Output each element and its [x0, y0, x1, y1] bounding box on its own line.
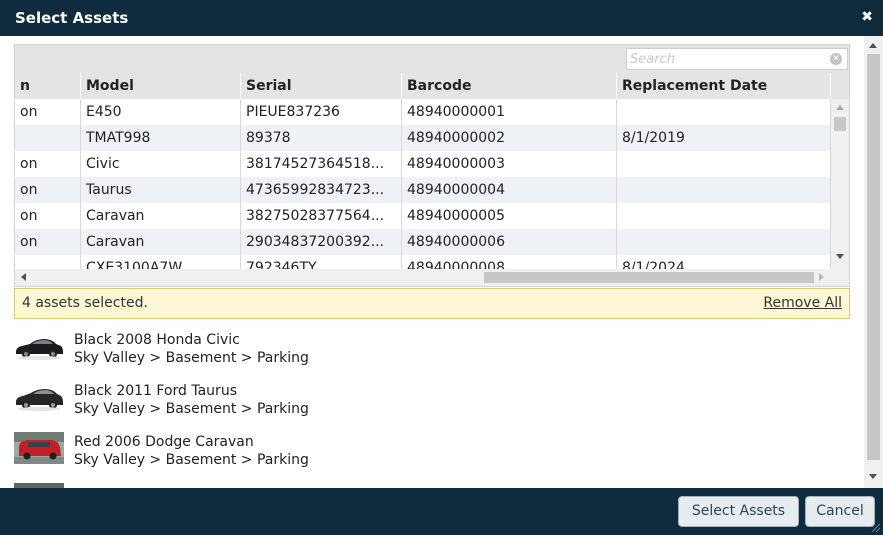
table-cell: on: [15, 177, 81, 203]
table-cell: 48940000001: [402, 99, 617, 125]
table-cell: [617, 203, 831, 229]
remove-all-link[interactable]: Remove All: [763, 295, 842, 311]
cancel-button[interactable]: Cancel: [805, 496, 875, 527]
table-body: on E450 PIEUE837236 48940000001 TMAT998 …: [15, 99, 831, 269]
table-row[interactable]: on Taurus 47365992834723... 48940000004: [15, 177, 831, 203]
table-cell: 29034837200392...: [241, 229, 402, 255]
table-row[interactable]: on Caravan 38275028377564... 48940000005: [15, 203, 831, 229]
list-item[interactable]: [0, 475, 850, 488]
table-cell: Taurus: [81, 177, 241, 203]
select-assets-dialog: Select Assets ✖ ✕ n Model Serial Barcode…: [0, 0, 883, 535]
table-cell: 48940000006: [402, 229, 617, 255]
asset-name: Black 2008 Honda Civic: [74, 332, 240, 348]
asset-name: Red 2006 Dodge Caravan: [74, 434, 254, 450]
table-cell: E450: [81, 99, 241, 125]
search-input[interactable]: [630, 50, 820, 68]
search-box: ✕: [626, 48, 848, 70]
column-header-spacer: [831, 73, 849, 99]
table-cell: [15, 255, 81, 269]
column-header-partial[interactable]: n: [15, 73, 81, 99]
scroll-thumb[interactable]: [484, 272, 814, 283]
asset-location: Sky Valley > Basement > Parking: [74, 401, 309, 417]
table-cell: 89378: [241, 125, 402, 151]
table-row[interactable]: on E450 PIEUE837236 48940000001: [15, 99, 831, 125]
table-header: n Model Serial Barcode Replacement Date: [15, 73, 849, 99]
table-cell: PIEUE837236: [241, 99, 402, 125]
table-vertical-scrollbar[interactable]: [831, 99, 849, 269]
assets-grid: ✕ n Model Serial Barcode Replacement Dat…: [14, 44, 850, 287]
table-row[interactable]: CXE3100A7W 792346TY 48940000008 8/1/2024: [15, 255, 831, 269]
column-header-replacement-date[interactable]: Replacement Date: [617, 73, 831, 99]
table-cell: 48940000004: [402, 177, 617, 203]
table-cell: [617, 99, 831, 125]
table-cell: 48940000005: [402, 203, 617, 229]
table-row[interactable]: on Caravan 29034837200392... 48940000006: [15, 229, 831, 255]
table-cell: 48940000008: [402, 255, 617, 269]
table-cell: Caravan: [81, 229, 241, 255]
black-sedan-thumbnail-icon: [16, 389, 63, 411]
table-cell: on: [15, 203, 81, 229]
table-cell: 47365992834723...: [241, 177, 402, 203]
scroll-down-arrow-icon[interactable]: [836, 254, 844, 259]
scroll-right-arrow-icon[interactable]: [819, 273, 824, 281]
table-cell: [15, 125, 81, 151]
table-cell: Civic: [81, 151, 241, 177]
table-row[interactable]: on Civic 38174527364518... 48940000003: [15, 151, 831, 177]
selection-notice: 4 assets selected. Remove All: [14, 288, 850, 319]
dialog-footer: Select Assets Cancel: [0, 488, 883, 535]
grid-toolbar: ✕: [15, 45, 849, 73]
table-cell: 792346TY: [241, 255, 402, 269]
column-header-serial[interactable]: Serial: [241, 73, 402, 99]
selected-assets-list: Black 2008 Honda Civic Sky Valley > Base…: [0, 322, 864, 488]
list-item[interactable]: Red 2006 Dodge Caravan Sky Valley > Base…: [0, 424, 850, 474]
column-header-model[interactable]: Model: [81, 73, 241, 99]
dialog-title: Select Assets: [15, 9, 129, 27]
list-item[interactable]: Black 2008 Honda Civic Sky Valley > Base…: [0, 322, 850, 372]
scroll-thumb[interactable]: [867, 54, 880, 460]
table-cell: 38275028377564...: [241, 203, 402, 229]
scroll-thumb[interactable]: [834, 117, 846, 131]
scroll-up-arrow-icon[interactable]: [869, 43, 877, 48]
asset-location: Sky Valley > Basement > Parking: [74, 452, 309, 468]
resize-grip-icon[interactable]: [871, 523, 881, 533]
asset-location: Sky Valley > Basement > Parking: [74, 350, 309, 366]
table-cell: Caravan: [81, 203, 241, 229]
table-cell: 48940000002: [402, 125, 617, 151]
table-cell: [617, 177, 831, 203]
clear-search-icon[interactable]: ✕: [830, 53, 842, 65]
scroll-left-arrow-icon[interactable]: [21, 273, 26, 281]
table-cell: 48940000003: [402, 151, 617, 177]
table-cell: 8/1/2024: [617, 255, 831, 269]
table-row[interactable]: TMAT998 89378 48940000002 8/1/2019: [15, 125, 831, 151]
dialog-vertical-scrollbar[interactable]: [864, 36, 883, 488]
asset-name: Black 2011 Ford Taurus: [74, 383, 237, 399]
table-cell: TMAT998: [81, 125, 241, 151]
red-minivan-thumbnail-icon: [14, 432, 64, 464]
scroll-down-arrow-icon[interactable]: [869, 474, 877, 479]
table-cell: on: [15, 151, 81, 177]
scroll-up-arrow-icon[interactable]: [836, 105, 844, 110]
close-icon[interactable]: ✖: [861, 9, 873, 25]
table-horizontal-scrollbar[interactable]: [15, 269, 849, 286]
column-header-barcode[interactable]: Barcode: [402, 73, 617, 99]
table-cell: [617, 229, 831, 255]
list-item[interactable]: Black 2011 Ford Taurus Sky Valley > Base…: [0, 373, 850, 423]
table-cell: on: [15, 229, 81, 255]
table-cell: on: [15, 99, 81, 125]
table-cell: 8/1/2019: [617, 125, 831, 151]
table-cell: [617, 151, 831, 177]
black-sedan-thumbnail-icon: [16, 339, 63, 360]
dialog-titlebar: Select Assets ✖: [0, 0, 883, 36]
table-cell: 38174527364518...: [241, 151, 402, 177]
selected-count: 4 assets selected.: [22, 295, 148, 311]
select-assets-button[interactable]: Select Assets: [678, 496, 799, 527]
table-cell: CXE3100A7W: [81, 255, 241, 269]
